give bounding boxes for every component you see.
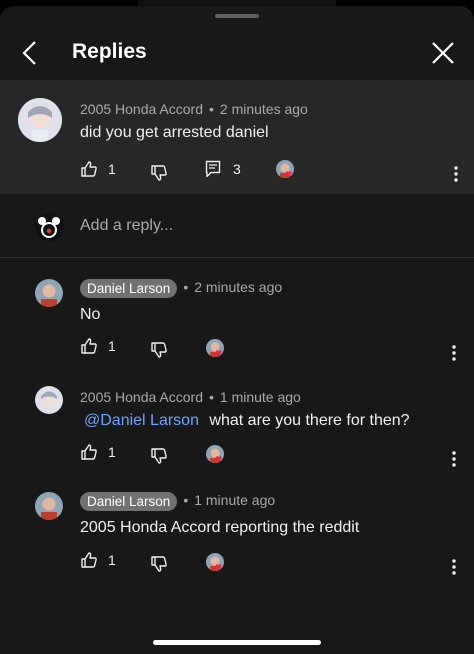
close-icon[interactable] bbox=[428, 38, 458, 68]
creator-heart: ♥ bbox=[206, 339, 228, 361]
like-count: 1 bbox=[108, 338, 116, 354]
thumbs-down-icon bbox=[151, 342, 167, 358]
heart-icon: ♥ bbox=[215, 560, 223, 574]
thumbs-down-icon bbox=[151, 556, 167, 572]
comment-actions: 1 ♥ bbox=[80, 337, 474, 365]
dislike-button[interactable] bbox=[150, 447, 168, 465]
like-button[interactable]: 1 bbox=[80, 551, 116, 569]
avatar[interactable] bbox=[35, 279, 63, 307]
comment-meta: Daniel Larson • 1 minute ago bbox=[80, 492, 275, 511]
like-count: 1 bbox=[108, 552, 116, 568]
mention-link[interactable]: @Daniel Larson bbox=[84, 412, 199, 429]
reply-input[interactable]: Add a reply... bbox=[80, 217, 173, 235]
reply-count: 3 bbox=[233, 161, 241, 177]
thumbs-up-icon bbox=[81, 338, 97, 354]
dislike-button[interactable] bbox=[150, 164, 168, 182]
more-options-icon[interactable] bbox=[446, 160, 466, 188]
thumbs-down-icon bbox=[151, 448, 167, 464]
comment-text: No bbox=[80, 306, 101, 323]
more-options-icon[interactable] bbox=[444, 339, 464, 367]
like-button[interactable]: 1 bbox=[80, 443, 116, 461]
comment-actions: 1 3 ♥ bbox=[80, 160, 474, 188]
heart-icon: ♥ bbox=[285, 167, 293, 181]
comment-meta: Daniel Larson • 2 minutes ago bbox=[80, 279, 282, 298]
thumbs-up-icon bbox=[81, 552, 97, 568]
comment-text: did you get arrested daniel bbox=[80, 124, 269, 141]
back-arrow-icon[interactable] bbox=[16, 38, 46, 68]
comment-meta: 2005 Honda Accord • 2 minutes ago bbox=[80, 101, 308, 117]
creator-heart: ♥ bbox=[276, 160, 298, 182]
page-title: Replies bbox=[72, 40, 147, 63]
avatar[interactable] bbox=[35, 492, 63, 520]
like-button[interactable]: 1 bbox=[80, 160, 116, 178]
divider bbox=[0, 257, 474, 258]
comment-icon bbox=[205, 160, 221, 178]
home-indicator bbox=[153, 640, 321, 645]
like-count: 1 bbox=[108, 161, 116, 177]
author-name[interactable]: 2005 Honda Accord bbox=[80, 101, 203, 117]
avatar[interactable] bbox=[35, 386, 63, 414]
timestamp: 2 minutes ago bbox=[219, 101, 308, 117]
comment-text: @Daniel Larson what are you there for th… bbox=[84, 412, 410, 430]
creator-heart: ♥ bbox=[206, 445, 228, 467]
timestamp: 1 minute ago bbox=[219, 389, 301, 405]
avatar[interactable] bbox=[18, 98, 62, 142]
comment-meta: 2005 Honda Accord • 1 minute ago bbox=[80, 389, 301, 405]
author-name-chip[interactable]: Daniel Larson bbox=[80, 492, 178, 511]
dislike-button[interactable] bbox=[150, 341, 168, 359]
user-avatar bbox=[35, 213, 63, 241]
like-count: 1 bbox=[108, 444, 116, 460]
author-name[interactable]: 2005 Honda Accord bbox=[80, 389, 203, 405]
drag-handle[interactable] bbox=[215, 14, 259, 18]
dislike-button[interactable] bbox=[150, 555, 168, 573]
more-options-icon[interactable] bbox=[444, 445, 464, 473]
timestamp: 1 minute ago bbox=[194, 492, 276, 509]
heart-icon: ♥ bbox=[215, 346, 223, 360]
reply-input-row: Add a reply... bbox=[0, 194, 474, 258]
comment-body: what are you there for then? bbox=[209, 412, 410, 429]
author-name-chip[interactable]: Daniel Larson bbox=[80, 279, 178, 298]
comment-actions: 1 ♥ bbox=[80, 551, 474, 579]
like-button[interactable]: 1 bbox=[80, 337, 116, 355]
parent-comment: 2005 Honda Accord • 2 minutes ago did you … bbox=[0, 80, 474, 194]
timestamp: 2 minutes ago bbox=[194, 279, 283, 296]
replies-button[interactable]: 3 bbox=[205, 160, 241, 178]
thumbs-down-icon bbox=[151, 165, 167, 181]
heart-icon: ♥ bbox=[215, 452, 223, 466]
replies-sheet: Replies 2005 Honda Accord • 2 minutes ago … bbox=[0, 6, 474, 654]
comment-actions: 1 ♥ bbox=[80, 443, 474, 471]
header: Replies bbox=[0, 24, 474, 80]
thumbs-up-icon bbox=[81, 444, 97, 460]
creator-heart: ♥ bbox=[206, 553, 228, 575]
more-options-icon[interactable] bbox=[444, 553, 464, 581]
comment-text: 2005 Honda Accord reporting the reddit bbox=[80, 519, 360, 536]
thumbs-up-icon bbox=[81, 161, 97, 177]
